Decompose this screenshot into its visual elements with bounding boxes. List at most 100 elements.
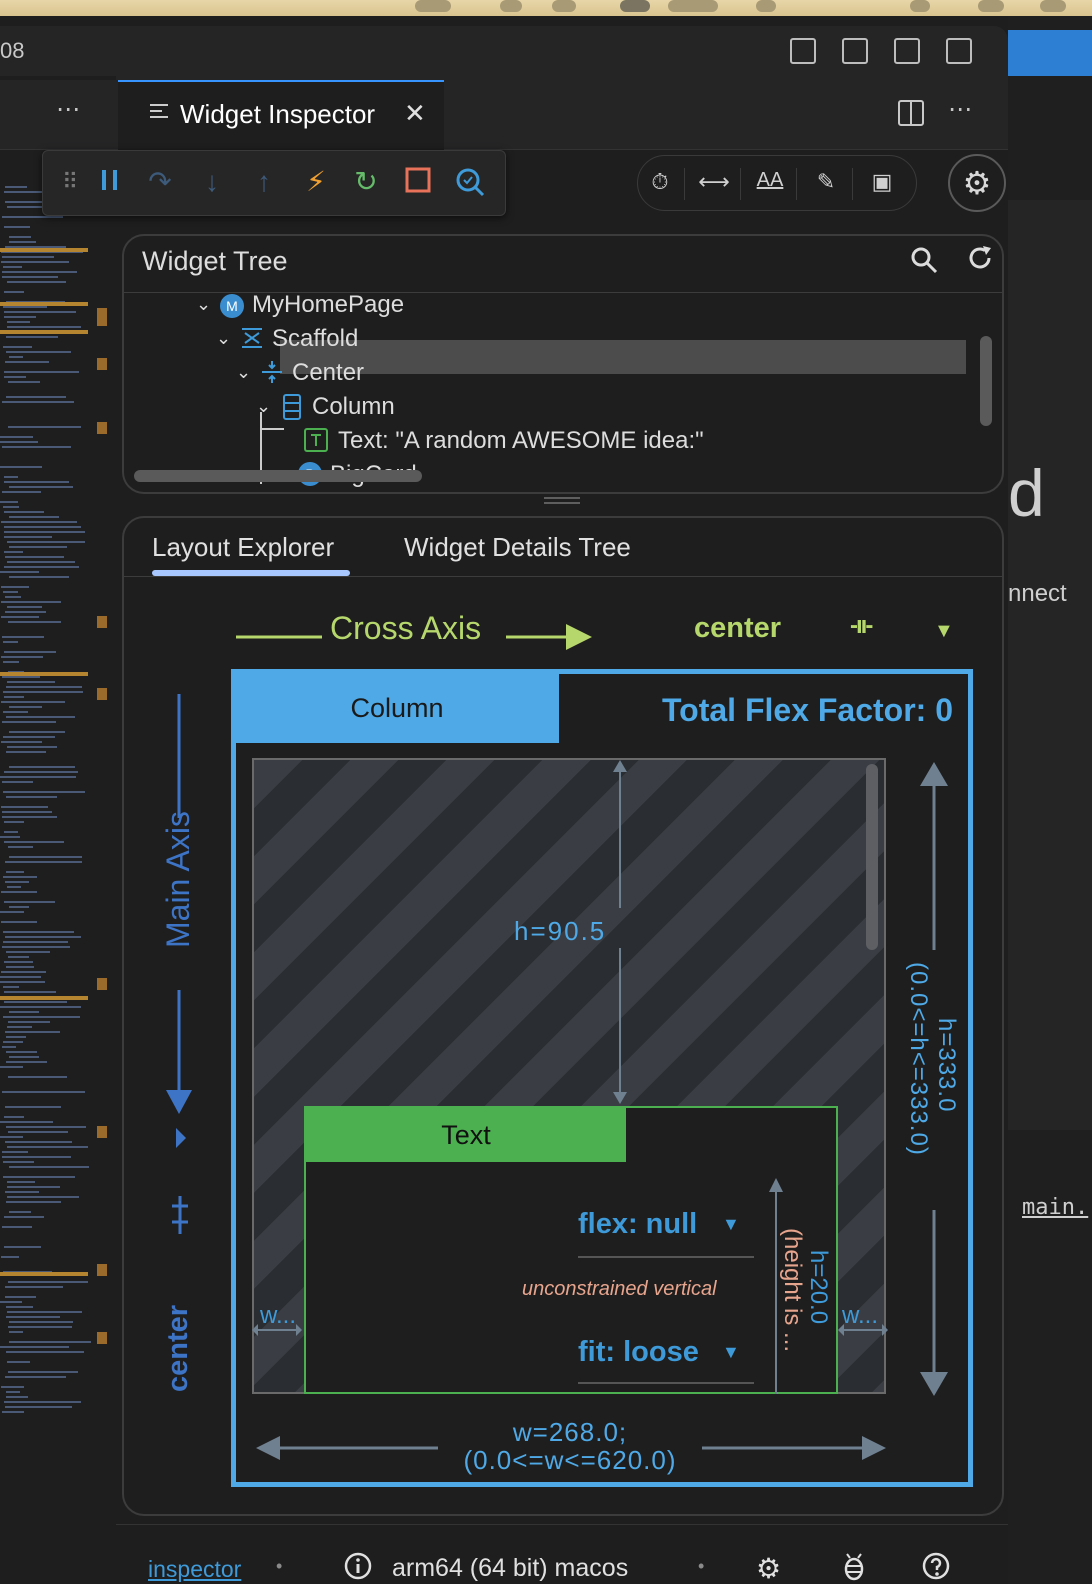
minimap-line: [7, 281, 66, 283]
minimap-line: [4, 901, 55, 903]
repaint-rainbow-icon[interactable]: ✎: [806, 169, 846, 195]
minimap-line: [9, 241, 36, 243]
toggle-primary-sidebar-icon[interactable]: [790, 38, 816, 64]
minimap-line: [4, 511, 44, 513]
minimap-line: [1, 806, 48, 808]
column-icon: [280, 394, 304, 425]
minimap-line: [0, 776, 76, 778]
refresh-icon[interactable]: [966, 244, 994, 279]
minimap-line: [8, 1131, 68, 1133]
minimap-line: [6, 336, 58, 338]
scrollbar-marker: [97, 422, 107, 434]
minimap-line: [4, 316, 36, 318]
bug-icon[interactable]: [840, 1552, 868, 1584]
minimap-line: [4, 531, 85, 533]
search-icon[interactable]: [910, 246, 938, 281]
minimap-line: [2, 1046, 16, 1048]
minimap-line: [2, 276, 58, 278]
cross-axis-alignment-value[interactable]: center: [694, 612, 781, 645]
minimap-line: [6, 351, 71, 353]
minimap-line: [2, 811, 52, 813]
minimap-line: [3, 931, 74, 933]
flex-value[interactable]: flex: null: [578, 1208, 697, 1241]
background-link[interactable]: main.: [1022, 1195, 1088, 1220]
close-icon[interactable]: ✕: [404, 98, 426, 129]
chevron-down-icon[interactable]: ⌄: [216, 328, 231, 349]
gear-icon[interactable]: ⚙: [948, 154, 1006, 212]
toggle-panel-icon[interactable]: [842, 38, 868, 64]
minimap-line: [4, 526, 81, 528]
tree-node-selected[interactable]: Column: [312, 390, 395, 424]
minimap-line: [2, 271, 77, 273]
fit-value[interactable]: fit: loose: [578, 1336, 699, 1369]
minimap-line: [5, 361, 49, 363]
tab-layout-explorer[interactable]: Layout Explorer: [152, 532, 334, 563]
chevron-down-icon[interactable]: ⌄: [196, 294, 211, 315]
text-height-label: h=20.0: [805, 1250, 832, 1325]
dropdown-icon[interactable]: ▼: [722, 1214, 740, 1235]
minimap-highlight: [0, 996, 88, 1000]
step-into-icon[interactable]: ↓: [195, 167, 229, 197]
menubar-icon: [910, 0, 930, 12]
divider: [684, 168, 685, 200]
panel-resize-handle[interactable]: [544, 497, 580, 507]
inspector-link[interactable]: inspector: [148, 1556, 241, 1583]
pause-icon[interactable]: [93, 167, 127, 199]
hot-restart-icon[interactable]: ↻: [349, 167, 383, 197]
hot-reload-icon[interactable]: ⚡: [299, 167, 333, 197]
drag-handle-icon[interactable]: ⠿: [53, 167, 87, 197]
baselines-icon[interactable]: AA: [750, 169, 790, 192]
vertical-scrollbar[interactable]: [866, 764, 878, 950]
dropdown-icon[interactable]: ▼: [722, 1342, 740, 1363]
horizontal-scrollbar[interactable]: [134, 470, 422, 482]
minimap-line: [4, 481, 69, 483]
main-axis-alignment-value[interactable]: center: [162, 1272, 195, 1392]
customize-layout-icon[interactable]: [946, 38, 972, 64]
minimap-line: [6, 1396, 28, 1398]
minimap-line: [5, 936, 81, 938]
guidelines-icon[interactable]: ⟷: [694, 169, 734, 195]
tree-node[interactable]: MyHomePage: [252, 288, 404, 322]
more-tabs-icon[interactable]: ⋯: [56, 95, 82, 124]
code-minimap[interactable]: [0, 76, 116, 1584]
minimap-line: [8, 1076, 67, 1078]
minimap-line: [5, 611, 46, 613]
minimap-line: [1, 521, 77, 523]
minimap-line: [6, 951, 50, 953]
tree-node[interactable]: Center: [292, 356, 364, 390]
step-out-icon[interactable]: ↑: [247, 167, 281, 197]
minimap-line: [3, 1176, 75, 1178]
chevron-down-icon[interactable]: ⌄: [256, 396, 271, 417]
more-actions-icon[interactable]: ⋯: [948, 95, 974, 124]
window-title: 08: [0, 38, 25, 63]
vertical-scrollbar[interactable]: [980, 336, 992, 426]
minimap-line: [3, 266, 22, 268]
help-icon[interactable]: [922, 1552, 950, 1584]
toggle-secondary-sidebar-icon[interactable]: [894, 38, 920, 64]
tree-node[interactable]: Text: "A random AWESOME idea:": [338, 424, 704, 458]
minimap-line: [6, 1061, 47, 1063]
chevron-down-icon[interactable]: ⌄: [236, 362, 251, 383]
divider: [796, 168, 797, 200]
minimap-line: [0, 911, 24, 913]
split-editor-icon[interactable]: [898, 100, 924, 126]
tab-widget-details-tree[interactable]: Widget Details Tree: [404, 532, 631, 563]
step-over-icon[interactable]: ↷: [143, 167, 177, 197]
slow-animations-icon[interactable]: ⏱: [640, 169, 680, 195]
minimap-line: [7, 561, 75, 563]
minimap-line: [9, 1166, 89, 1168]
minimap-line: [4, 991, 56, 993]
minimap-line: [3, 1016, 80, 1018]
minimap-line: [9, 766, 75, 768]
settings-icon[interactable]: ⚙: [756, 1552, 781, 1584]
divider: [852, 168, 853, 200]
minimap-line: [0, 1006, 81, 1008]
stop-icon[interactable]: [401, 167, 435, 199]
minimap-line: [6, 1036, 26, 1038]
oversized-images-icon[interactable]: ▣: [862, 169, 902, 195]
minimap-line: [2, 1156, 71, 1158]
minimap-line: [1, 1386, 24, 1388]
tree-node[interactable]: Scaffold: [272, 322, 358, 356]
inspect-widget-icon[interactable]: [453, 167, 487, 203]
dropdown-icon[interactable]: ▼: [934, 620, 954, 643]
